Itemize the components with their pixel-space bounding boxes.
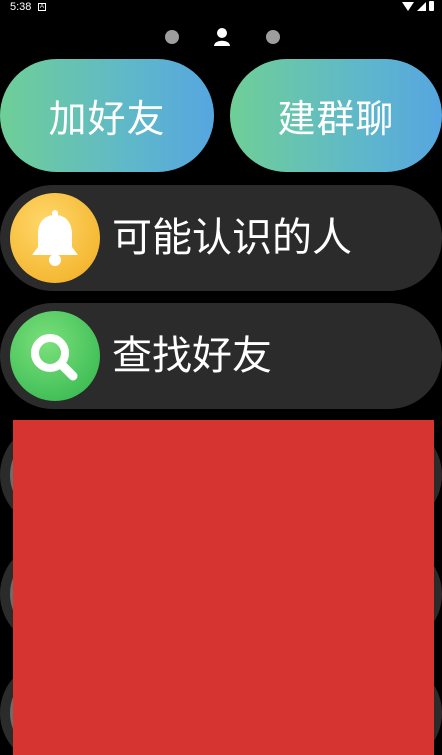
list-item-label: 查找好友 — [112, 333, 272, 379]
page-dot[interactable] — [165, 30, 179, 44]
search-icon — [10, 311, 100, 401]
list-item-find-friends[interactable]: 查找好友 — [0, 303, 442, 409]
status-icons — [402, 1, 434, 11]
status-bar: 5:38 A — [0, 0, 442, 16]
create-group-button[interactable]: 建群聊 — [230, 59, 442, 172]
list-item-people-you-may-know[interactable]: 可能认识的人 — [0, 185, 442, 291]
add-friend-button[interactable]: 加好友 — [0, 59, 214, 172]
battery-icon — [429, 1, 434, 11]
status-time: 5:38 — [10, 1, 32, 13]
notification-icon: A — [38, 3, 46, 11]
signal-icon — [417, 1, 426, 11]
list-item-label: 可能认识的人 — [112, 215, 352, 261]
page-indicator — [0, 27, 442, 49]
bell-icon — [10, 193, 100, 283]
person-icon[interactable] — [213, 27, 231, 47]
wifi-icon — [402, 1, 414, 11]
redaction-overlay — [13, 420, 434, 755]
friends-screen: 5:38 A 加好友 建群聊 可能认识的人 查找好友 — [0, 0, 442, 755]
page-dot[interactable] — [266, 30, 280, 44]
